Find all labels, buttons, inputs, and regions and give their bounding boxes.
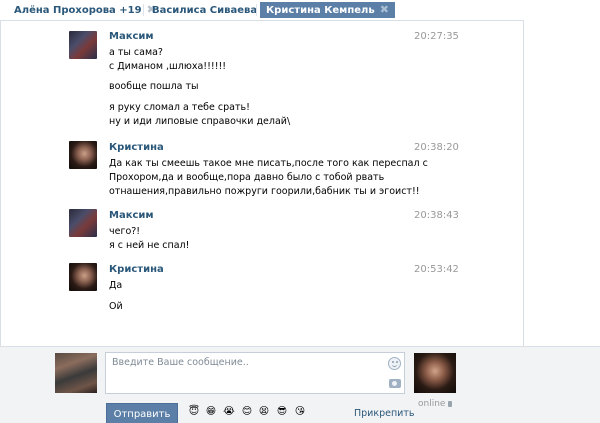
message-author[interactable]: Максим — [109, 210, 154, 221]
message-time: 20:38:20 — [414, 142, 459, 153]
attach-link[interactable]: Прикрепить — [354, 408, 414, 419]
emoji-angel-icon[interactable]: 😇 — [187, 405, 201, 419]
close-icon[interactable]: ✖ — [380, 3, 389, 16]
emoji-grin-icon[interactable]: 😁 — [204, 405, 218, 419]
tab-label: Алёна Прохорова +19 — [14, 5, 142, 16]
message-text: чего?! — [109, 226, 141, 237]
mobile-phone-icon — [448, 400, 453, 407]
peer-avatar[interactable] — [414, 353, 456, 393]
message-text: ну и иди липовые справочки делай\ — [109, 116, 291, 127]
tab-divider — [256, 4, 257, 16]
message-author[interactable]: Кристина — [109, 142, 164, 153]
tab-vasilisa[interactable]: Василиса Сиваева✖ — [146, 2, 277, 18]
message-history: Максим 20:27:35 а ты сама? с Диманом ,шл… — [0, 20, 524, 346]
smile-icon[interactable] — [388, 357, 401, 370]
avatar[interactable] — [69, 31, 97, 59]
online-label: online — [418, 399, 446, 409]
my-avatar[interactable] — [55, 353, 97, 393]
tab-label: Кристина Кемпель — [266, 5, 375, 16]
online-status: online — [418, 399, 453, 409]
message-text: Да как ты смеешь такое мне писать,после … — [109, 158, 428, 169]
emoji-tired-icon[interactable]: 😫 — [257, 405, 271, 419]
avatar[interactable] — [69, 263, 97, 291]
tab-divider — [143, 4, 144, 16]
composer: Введите Ваше сообщение.. Отправить 😇 😁 😭… — [0, 346, 600, 423]
message-text: Прохором,да и вообще,пора давно было с т… — [109, 172, 385, 183]
tab-label: Василиса Сиваева — [152, 5, 258, 16]
message-time: 20:38:43 — [414, 210, 459, 221]
message-text: а ты сама? — [109, 47, 163, 58]
emoji-kiss-icon[interactable]: 😘 — [293, 405, 307, 419]
message-text: я с ней не спал! — [109, 240, 190, 251]
message-time: 20:53:42 — [414, 264, 459, 275]
message-time: 20:27:35 — [414, 31, 459, 42]
avatar[interactable] — [69, 209, 97, 237]
tab-alena[interactable]: Алёна Прохорова +19 ✖ — [8, 2, 162, 18]
message-text: я руку сломал а тебе срать! — [109, 102, 250, 113]
dialog-tabs: Алёна Прохорова +19✖ Василиса Сиваева✖ К… — [0, 0, 600, 20]
message-author[interactable]: Кристина — [109, 264, 164, 275]
message-text: отнашения,правильно пожруги гоорили,бабн… — [109, 186, 420, 197]
avatar[interactable] — [69, 141, 97, 169]
emoji-sunglasses-icon[interactable]: 😎 — [275, 405, 289, 419]
emoji-cry-icon[interactable]: 😭 — [222, 405, 236, 419]
message-text: Да — [109, 280, 123, 291]
message-author[interactable]: Максим — [109, 31, 154, 42]
message-text: с Диманом ,шлюха!!!!!! — [109, 61, 227, 72]
send-button[interactable]: Отправить — [106, 403, 178, 423]
message-text: вообще пошла ты — [109, 81, 199, 92]
tab-kristina[interactable]: Кристина Кемпель ✖ — [260, 2, 395, 18]
camera-icon[interactable] — [389, 379, 401, 388]
emoji-smile-icon[interactable]: 😊 — [240, 405, 254, 419]
message-text: Ой — [109, 301, 123, 312]
message-input[interactable]: Введите Ваше сообщение.. — [105, 352, 405, 394]
